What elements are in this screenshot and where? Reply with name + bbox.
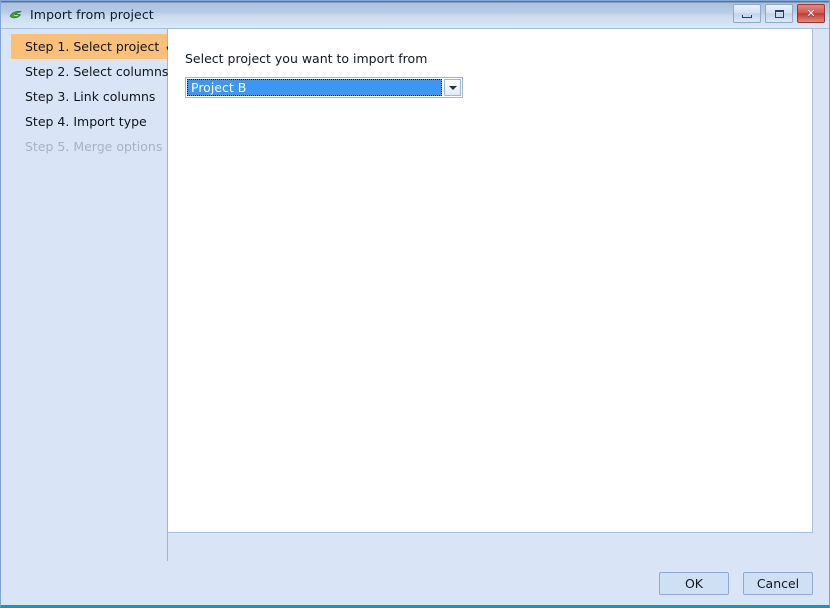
import-from-project-window: Import from project ✕ Step 1. Select pro…: [0, 0, 830, 608]
sidebar-item-step-3[interactable]: Step 3. Link columns: [11, 84, 167, 109]
sidebar-item-step-2[interactable]: Step 2. Select columns: [11, 59, 169, 84]
close-button[interactable]: ✕: [797, 4, 825, 23]
dialog-footer: OK Cancel: [1, 561, 829, 605]
maximize-icon: [774, 9, 784, 18]
window-body: Step 1. Select project ✔ Step 2. Select …: [1, 29, 829, 561]
project-select[interactable]: Project B: [185, 77, 463, 98]
minimize-icon: [742, 14, 752, 18]
steps-sidebar: Step 1. Select project ✔ Step 2. Select …: [1, 29, 175, 561]
prompt-text: Select project you want to import from: [185, 51, 428, 66]
title-bar[interactable]: Import from project ✕: [1, 1, 829, 29]
minimize-button[interactable]: [733, 4, 761, 23]
maximize-button[interactable]: [765, 4, 793, 23]
sidebar-item-label: Step 2. Select columns: [25, 64, 169, 79]
chevron-down-icon: [448, 85, 457, 90]
window-title: Import from project: [30, 7, 154, 22]
sidebar-item-step-1[interactable]: Step 1. Select project ✔: [11, 34, 175, 59]
cancel-button[interactable]: Cancel: [743, 571, 813, 595]
sidebar-item-step-4[interactable]: Step 4. Import type: [11, 109, 167, 134]
close-icon: ✕: [806, 7, 816, 20]
sidebar-item-label: Step 1. Select project: [25, 39, 160, 54]
sidebar-item-step-5: Step 5. Merge options: [11, 134, 167, 159]
window-controls: ✕: [733, 4, 825, 23]
sidebar-item-label: Step 4. Import type: [25, 114, 147, 129]
project-select-field[interactable]: Project B: [187, 79, 442, 96]
ok-button[interactable]: OK: [659, 571, 729, 595]
project-select-dropdown-button[interactable]: [444, 79, 461, 96]
project-select-value: Project B: [191, 80, 247, 95]
leaf-swoosh-icon: [8, 7, 24, 23]
content-panel: Select project you want to import from P…: [168, 29, 813, 533]
sidebar-item-label: Step 3. Link columns: [25, 89, 156, 104]
main-content: Select project you want to import from P…: [168, 29, 829, 561]
sidebar-item-label: Step 5. Merge options: [25, 139, 163, 154]
